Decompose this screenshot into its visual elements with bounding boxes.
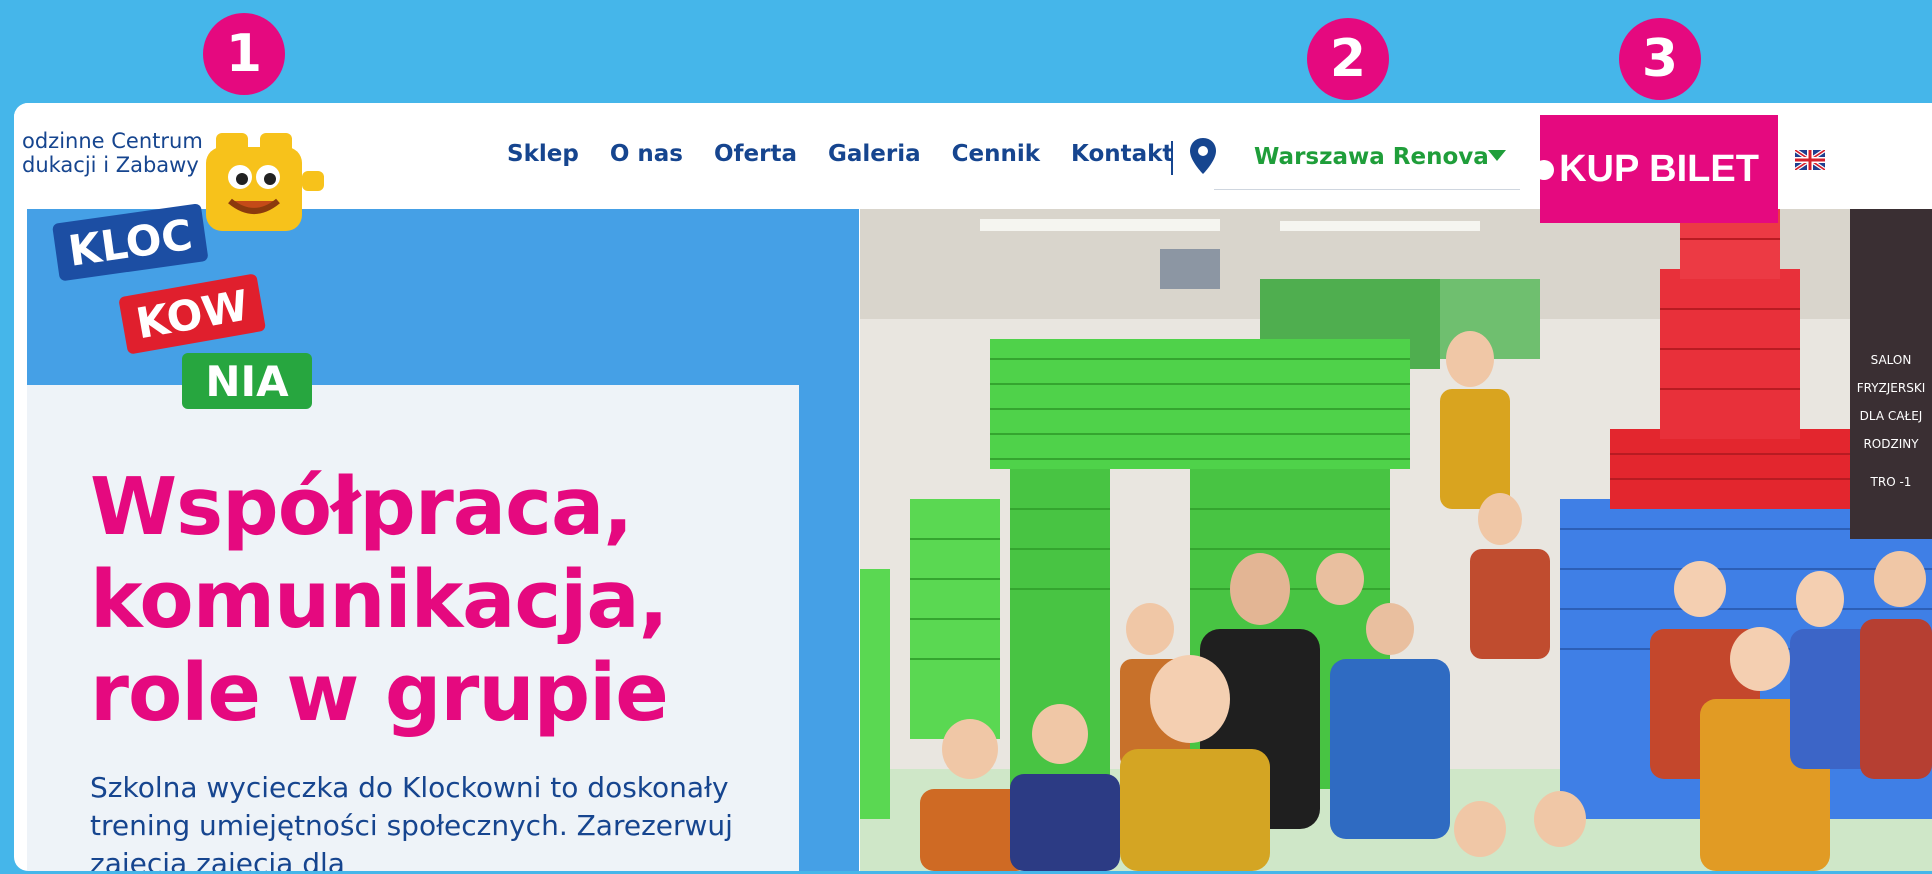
nav-item-oferta[interactable]: Oferta bbox=[714, 141, 797, 167]
nav-item-galeria[interactable]: Galeria bbox=[828, 141, 921, 167]
nav-item-sklep[interactable]: Sklep bbox=[507, 141, 579, 167]
hero-heading-line-1: Współpraca, bbox=[90, 461, 633, 553]
hero-description: Szkolna wycieczka do Klockowni to doskon… bbox=[90, 771, 733, 871]
sign-line-1: SALON bbox=[1871, 353, 1912, 367]
browser-page: SALON FRYZJERSKI DLA CAŁEJ RODZINY TRO -… bbox=[14, 103, 1932, 871]
nav-item-kontakt[interactable]: Kontakt bbox=[1071, 141, 1173, 167]
logo-tagline: odzinne Centrum dukacji i Zabawy bbox=[22, 129, 203, 177]
nav-item-cennik[interactable]: Cennik bbox=[952, 141, 1040, 167]
uk-flag-icon[interactable] bbox=[1795, 150, 1825, 170]
logo-tagline-line-2: dukacji i Zabawy bbox=[22, 153, 199, 177]
annotation-marker-3: 3 bbox=[1619, 18, 1701, 100]
klockownia-logo: KLOC KOW NIA bbox=[52, 203, 312, 409]
location-select[interactable]: Warszawa Renova bbox=[1214, 131, 1520, 190]
annotation-marker-1: 1 bbox=[203, 13, 285, 95]
hero-heading-line-2: komunikacja, bbox=[90, 554, 669, 646]
chevron-down-icon bbox=[1488, 150, 1506, 161]
logo-word-nia: NIA bbox=[205, 357, 289, 406]
sign-line-3: DLA CAŁEJ bbox=[1860, 409, 1923, 423]
sign-line-2: FRYZJERSKI bbox=[1857, 381, 1926, 395]
sign-line-4: RODZINY bbox=[1863, 437, 1919, 451]
buy-ticket-button[interactable]: KUP BILET bbox=[1534, 115, 1778, 223]
sign-line-5: TRO -1 bbox=[1870, 475, 1912, 489]
main-nav: Sklep O nas Oferta Galeria Cennik Kontak… bbox=[507, 141, 1173, 167]
button-dot-icon bbox=[1534, 160, 1554, 180]
annotation-marker-2: 2 bbox=[1307, 18, 1389, 100]
hero-heading: Współpraca, komunikacja, role w grupie bbox=[90, 461, 740, 740]
hero-heading-line-3: role w grupie bbox=[90, 647, 669, 739]
nav-item-o-nas[interactable]: O nas bbox=[610, 141, 683, 167]
map-pin-icon bbox=[1190, 138, 1216, 174]
hero-photo: SALON FRYZJERSKI DLA CAŁEJ RODZINY TRO -… bbox=[860, 209, 1932, 871]
buy-ticket-label: KUP BILET bbox=[1559, 147, 1759, 190]
logo-tagline-line-1: odzinne Centrum bbox=[22, 129, 203, 153]
location-select-value: Warszawa Renova bbox=[1254, 144, 1489, 170]
nav-divider bbox=[1171, 141, 1173, 175]
logo-word-kow: KOW bbox=[133, 281, 252, 349]
